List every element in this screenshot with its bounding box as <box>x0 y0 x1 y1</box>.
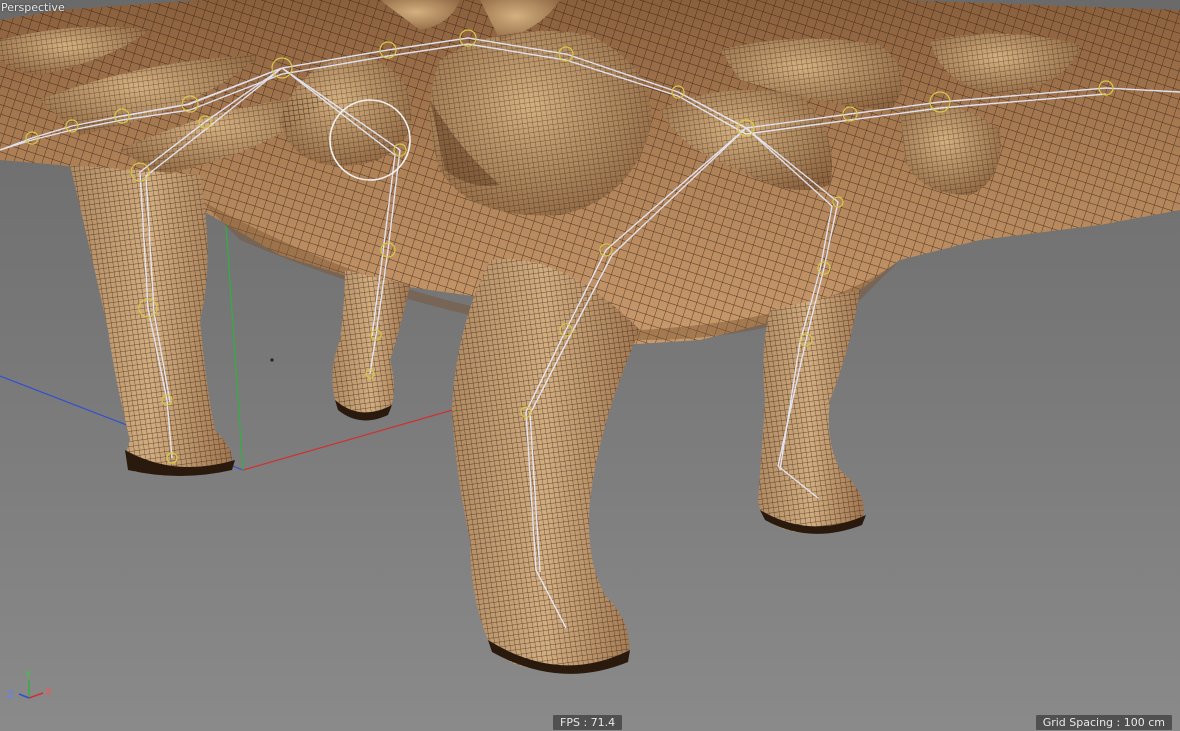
axis-y-label: Y <box>24 670 32 681</box>
dinosaur-mesh[interactable] <box>0 0 1180 674</box>
leg-front-near[interactable] <box>452 258 640 674</box>
fps-readout: FPS : 71.4 <box>553 715 623 730</box>
pivot-dot <box>270 358 274 362</box>
grid-spacing-readout: Grid Spacing : 100 cm <box>1035 715 1172 730</box>
scene-canvas[interactable]: Y Z X <box>0 0 1180 731</box>
leg-back-far[interactable] <box>332 270 410 421</box>
axis-gizmo: Y Z X <box>7 670 52 701</box>
3d-viewport[interactable]: Y Z X Perspective FPS : 71.4 Grid Spacin… <box>0 0 1180 731</box>
axis-z-label: Z <box>7 690 14 701</box>
axis-x-label: X <box>45 687 52 698</box>
leg-front-far[interactable] <box>758 290 866 534</box>
viewport-camera-label[interactable]: Perspective <box>1 1 65 14</box>
